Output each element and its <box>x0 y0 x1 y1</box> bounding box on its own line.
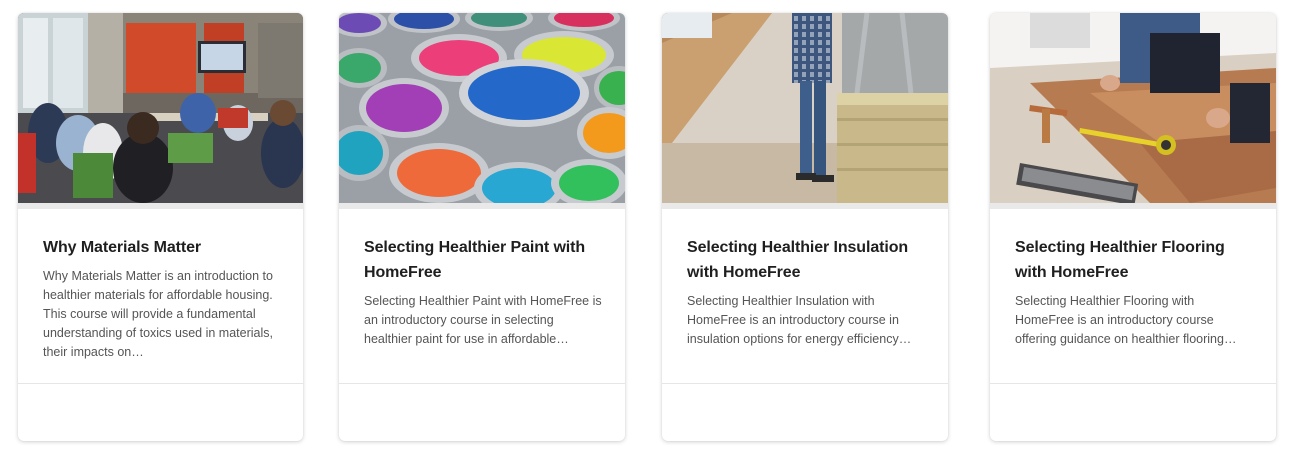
course-card-healthier-insulation[interactable]: Selecting Healthier Insulation with Home… <box>662 13 948 441</box>
card-description: Why Materials Matter is an introduction … <box>43 269 273 359</box>
classroom-photo[interactable] <box>18 13 303 203</box>
card-title[interactable]: Why Materials Matter <box>43 235 281 260</box>
card-description: Selecting Healthier Paint with HomeFree … <box>364 294 602 346</box>
paint-cans-photo[interactable] <box>339 13 625 203</box>
card-description: Selecting Healthier Insulation with Home… <box>687 294 912 346</box>
card-description: Selecting Healthier Flooring with HomeFr… <box>1015 294 1237 346</box>
image-divider <box>662 203 948 209</box>
course-card-healthier-flooring[interactable]: Selecting Healthier Flooring with HomeFr… <box>990 13 1276 441</box>
card-footer <box>18 383 303 441</box>
card-title[interactable]: Selecting Healthier Paint with HomeFree <box>364 235 603 285</box>
card-body: Selecting Healthier Paint with HomeFree … <box>364 235 603 349</box>
image-divider <box>18 203 303 209</box>
card-footer <box>662 383 948 441</box>
image-divider <box>339 203 625 209</box>
course-card-healthier-paint[interactable]: Selecting Healthier Paint with HomeFree … <box>339 13 625 441</box>
card-footer <box>339 383 625 441</box>
card-body: Selecting Healthier Flooring with HomeFr… <box>1015 235 1254 349</box>
course-card-why-materials-matter[interactable]: Why Materials Matter Why Materials Matte… <box>18 13 303 441</box>
card-title[interactable]: Selecting Healthier Flooring with HomeFr… <box>1015 235 1254 285</box>
insulation-photo[interactable] <box>662 13 948 203</box>
card-body: Why Materials Matter Why Materials Matte… <box>43 235 281 362</box>
card-title[interactable]: Selecting Healthier Insulation with Home… <box>687 235 926 285</box>
image-divider <box>990 203 1276 209</box>
card-body: Selecting Healthier Insulation with Home… <box>687 235 926 349</box>
card-footer <box>990 383 1276 441</box>
flooring-photo[interactable] <box>990 13 1276 203</box>
